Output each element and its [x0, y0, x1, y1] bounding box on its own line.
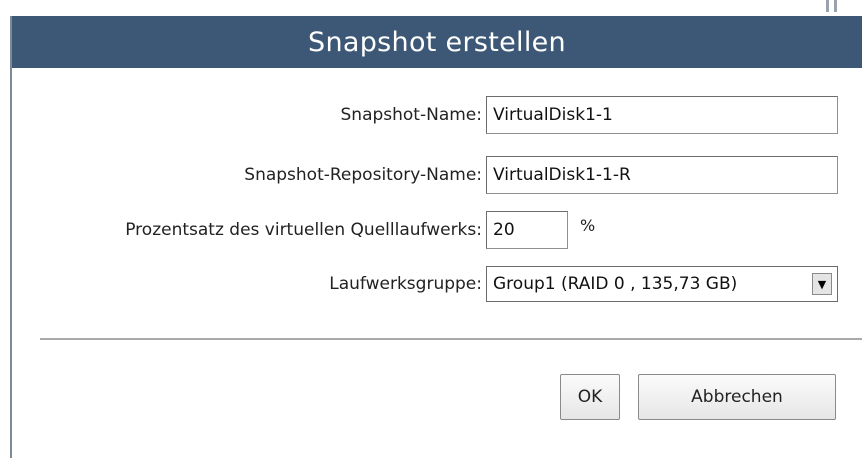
- percentage-row: Prozentsatz des virtuellen Quelllaufwerk…: [12, 210, 862, 250]
- repository-name-label: Snapshot-Repository-Name:: [244, 165, 482, 185]
- background: Snapshot erstellen Snapshot-Name: Snapsh…: [0, 0, 862, 458]
- background-scroll-mark: [826, 0, 829, 12]
- ok-button[interactable]: OK: [560, 374, 620, 420]
- disk-group-row: Laufwerksgruppe: Group1 (RAID 0 , 135,73…: [12, 264, 862, 304]
- dialog-titlebar[interactable]: Snapshot erstellen: [12, 16, 862, 68]
- percent-unit: %: [580, 216, 596, 235]
- chevron-down-icon[interactable]: ▼: [812, 273, 832, 295]
- background-window-edge: [0, 0, 862, 16]
- snapshot-name-label: Snapshot-Name:: [340, 105, 483, 125]
- disk-group-label: Laufwerksgruppe:: [329, 274, 482, 294]
- disk-group-selected-value: Group1 (RAID 0 , 135,73 GB): [493, 274, 738, 294]
- snapshot-name-row: Snapshot-Name:: [12, 95, 862, 135]
- repository-name-row: Snapshot-Repository-Name:: [12, 155, 862, 195]
- dialog-title: Snapshot erstellen: [308, 26, 566, 58]
- cancel-button[interactable]: Abbrechen: [638, 374, 836, 420]
- percentage-label: Prozentsatz des virtuellen Quelllaufwerk…: [125, 220, 482, 240]
- snapshot-name-input[interactable]: [486, 96, 838, 134]
- disk-group-select[interactable]: Group1 (RAID 0 , 135,73 GB) ▼: [486, 266, 838, 302]
- percentage-input[interactable]: [486, 211, 568, 249]
- snapshot-dialog: Snapshot erstellen Snapshot-Name: Snapsh…: [10, 16, 862, 458]
- background-scroll-mark: [834, 0, 837, 12]
- divider: [40, 338, 862, 340]
- repository-name-input[interactable]: [486, 156, 838, 194]
